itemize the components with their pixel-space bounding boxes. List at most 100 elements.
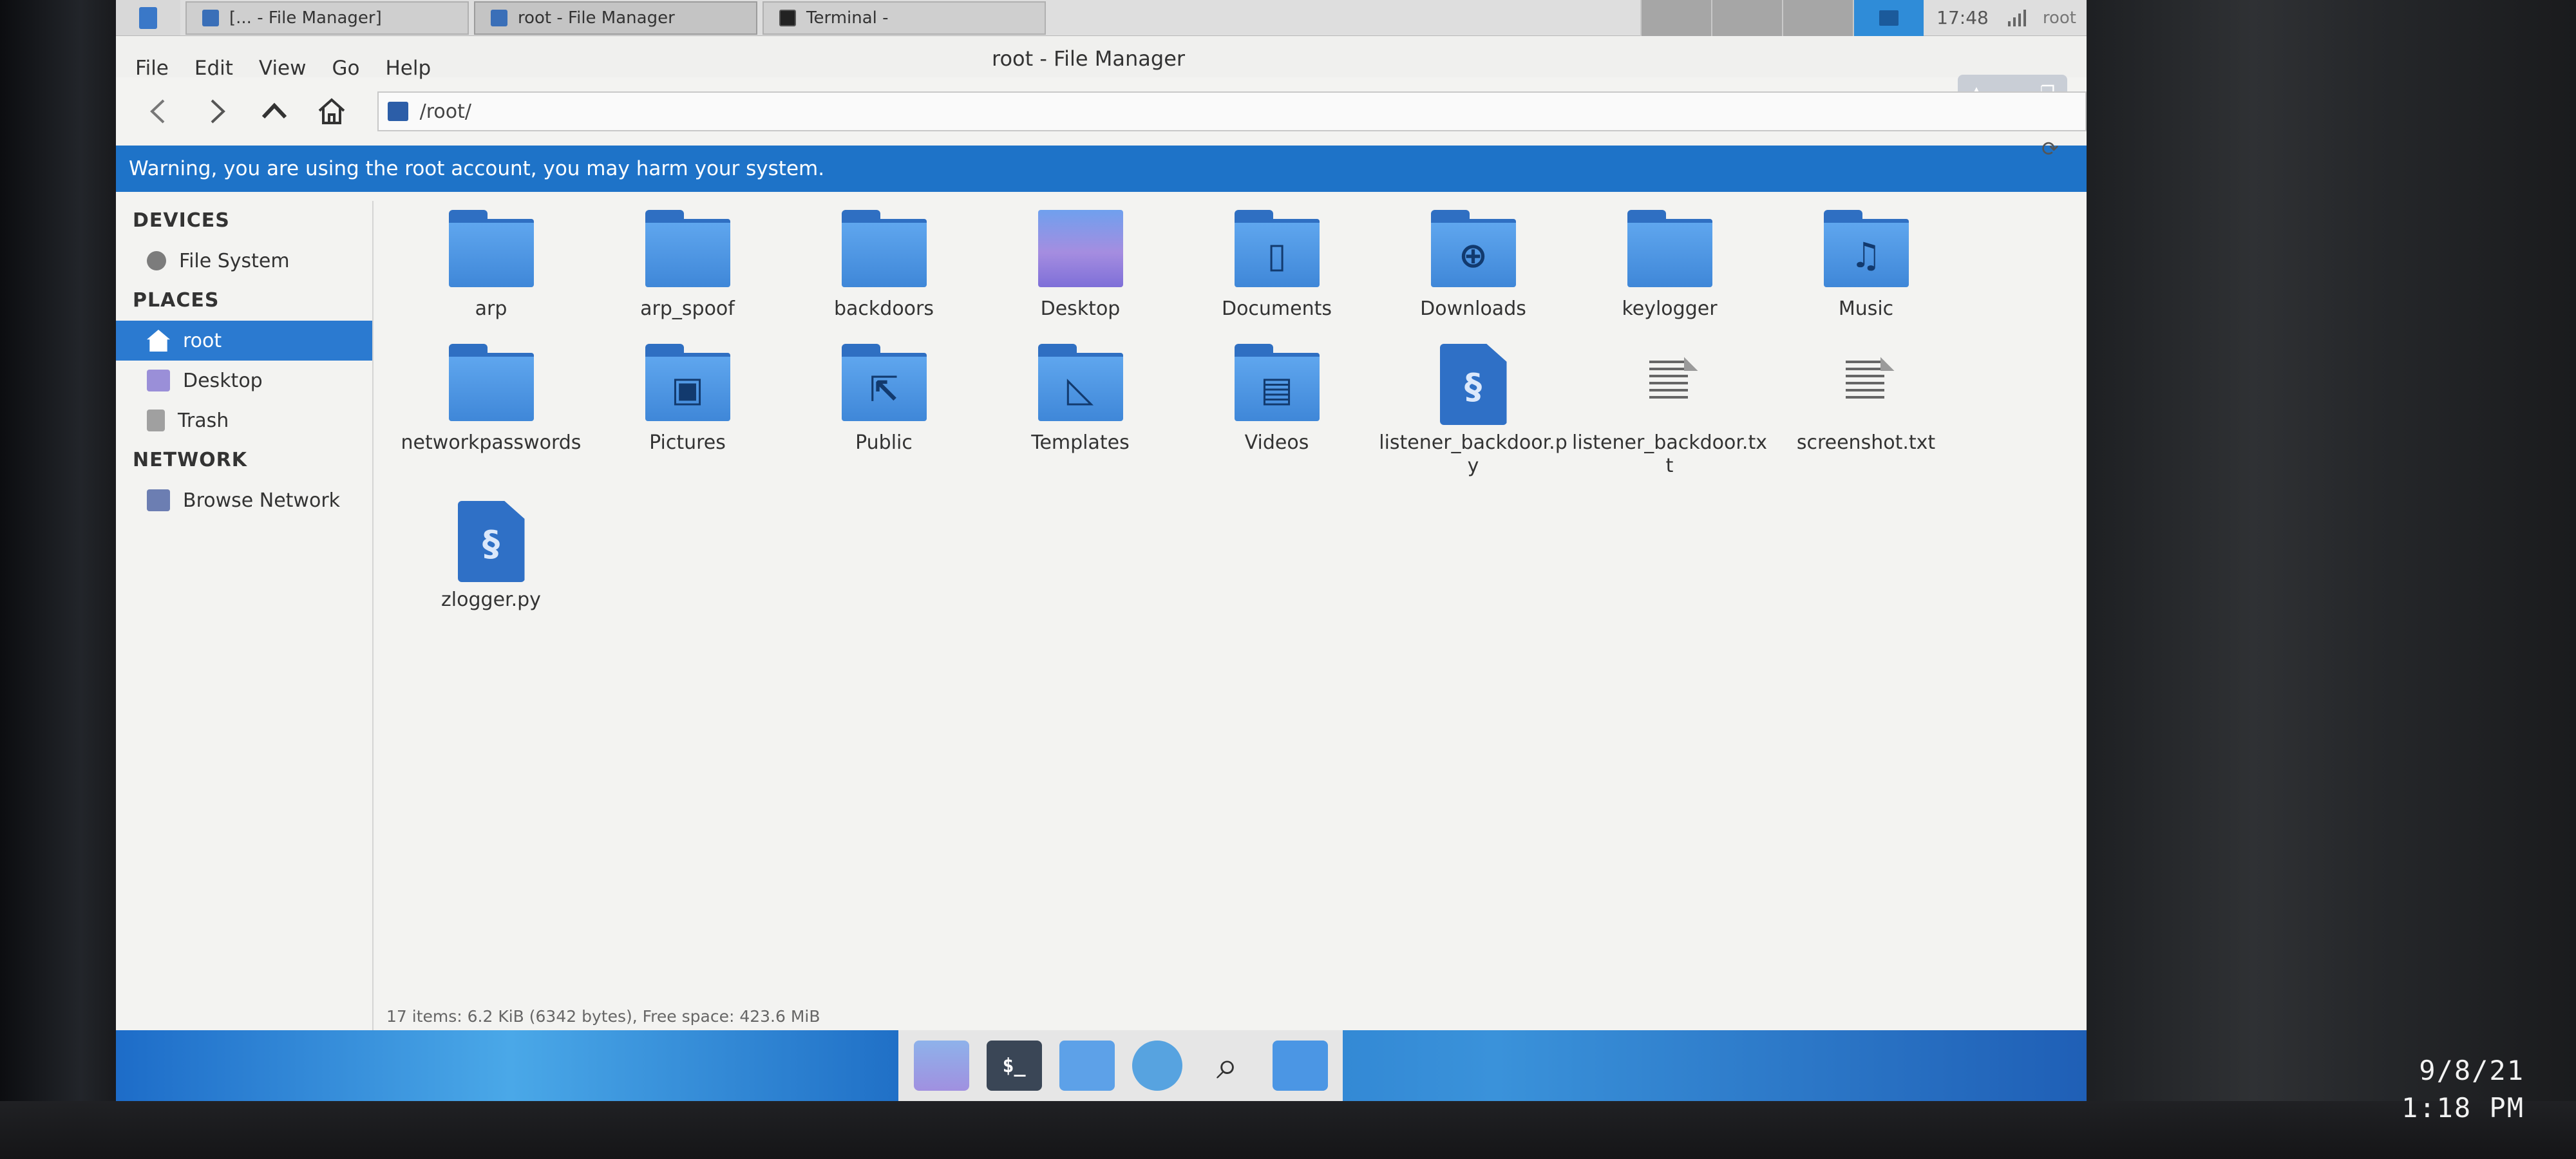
menu-help[interactable]: Help xyxy=(386,57,431,80)
sidebar-item-desktop[interactable]: Desktop xyxy=(116,361,372,400)
sidebar-item-label: Browse Network xyxy=(183,489,341,512)
file-name: Downloads xyxy=(1420,297,1526,320)
sidebar-item-label: root xyxy=(183,329,222,352)
folder-icon xyxy=(448,210,534,287)
panel-clock[interactable]: 17:48 xyxy=(1924,7,2002,28)
file-item-pictures[interactable]: ▣ Pictures xyxy=(589,344,786,478)
file-item-listener-backdoor-txt[interactable]: listener_backdoor.txt xyxy=(1571,344,1768,478)
workspace-1[interactable] xyxy=(1640,0,1712,36)
menu-go[interactable]: Go xyxy=(332,57,360,80)
videos-folder-icon: ▤ xyxy=(1234,344,1320,421)
task-label: root - File Manager xyxy=(518,8,675,28)
file-item-backdoors[interactable]: backdoors xyxy=(786,210,982,321)
python-file-icon: § xyxy=(1439,344,1507,425)
browser-icon[interactable] xyxy=(1132,1041,1182,1091)
photo-timestamp: 9/8/21 1:18 PM xyxy=(2401,1052,2524,1127)
home-icon xyxy=(318,98,345,124)
folder-icon xyxy=(645,210,730,287)
menu-file[interactable]: File xyxy=(135,57,169,80)
workspace-2[interactable] xyxy=(1711,0,1783,36)
file-manager-icon xyxy=(491,10,507,26)
file-item-arp[interactable]: arp xyxy=(393,210,589,321)
file-item-zlogger-py[interactable]: § zlogger.py xyxy=(393,501,589,612)
file-icon-grid: arp arp_spoof backdoors Desktop ▯ Docume… xyxy=(393,210,2067,612)
photo-date: 9/8/21 xyxy=(2419,1055,2524,1086)
file-name: keylogger xyxy=(1622,297,1718,320)
workspace-3[interactable] xyxy=(1782,0,1853,36)
task-label: Terminal - xyxy=(806,8,889,28)
file-name: arp xyxy=(475,297,507,320)
file-item-public[interactable]: ⇱ Public xyxy=(786,344,982,478)
file-item-arp-spoof[interactable]: arp_spoof xyxy=(589,210,786,321)
up-button[interactable] xyxy=(254,91,294,131)
folder-icon[interactable] xyxy=(1272,1041,1328,1091)
location-path[interactable]: /root/ xyxy=(420,100,471,123)
monitor-bezel-right xyxy=(2080,0,2576,1159)
location-bar[interactable]: /root/ xyxy=(377,91,2087,131)
trash-icon xyxy=(147,410,165,431)
search-icon[interactable]: ⌕ xyxy=(1200,1041,1255,1091)
file-name: Desktop xyxy=(1040,297,1121,320)
sidebar-item-browse-network[interactable]: Browse Network xyxy=(116,480,372,520)
folder-icon xyxy=(448,344,534,421)
file-manager-icon[interactable] xyxy=(1059,1041,1115,1091)
network-icon xyxy=(147,489,170,511)
taskbar-item-file-manager[interactable]: [... - File Manager] xyxy=(185,1,469,35)
task-label: [... - File Manager] xyxy=(229,8,382,28)
file-item-screenshot-txt[interactable]: screenshot.txt xyxy=(1768,344,1964,478)
file-name: zlogger.py xyxy=(441,589,541,611)
sidebar: DEVICES File System PLACES root Desktop … xyxy=(116,201,374,1038)
menu-bar: File Edit View Go Help xyxy=(135,57,457,80)
sidebar-item-label: Trash xyxy=(178,409,229,432)
file-item-listener-backdoor-py[interactable]: § listener_backdoor.py xyxy=(1375,344,1571,478)
pictures-folder-icon: ▣ xyxy=(645,344,730,421)
documents-folder-icon: ▯ xyxy=(1234,210,1320,287)
network-signal-icon[interactable] xyxy=(2002,9,2032,26)
desktop-folder-icon xyxy=(1037,210,1123,287)
file-item-videos[interactable]: ▤ Videos xyxy=(1179,344,1375,478)
taskbar-item-root-file-manager[interactable]: root - File Manager xyxy=(474,1,757,35)
forward-icon xyxy=(211,99,226,124)
refresh-icon[interactable]: ⟳ xyxy=(2041,137,2067,162)
file-item-documents[interactable]: ▯ Documents xyxy=(1179,210,1375,321)
show-desktop-icon[interactable] xyxy=(913,1041,969,1091)
folder-icon xyxy=(841,210,927,287)
panel-user[interactable]: root xyxy=(2032,8,2087,28)
forward-button[interactable] xyxy=(196,91,236,131)
home-folder-icon xyxy=(387,102,408,121)
file-item-music[interactable]: ♫ Music xyxy=(1768,210,1964,321)
sidebar-item-root[interactable]: root xyxy=(116,321,372,361)
back-button[interactable] xyxy=(139,91,178,131)
sidebar-item-file-system[interactable]: File System xyxy=(116,241,372,281)
home-button[interactable] xyxy=(312,91,351,131)
root-warning-text: Warning, you are using the root account,… xyxy=(129,157,825,180)
monitor-bezel-left xyxy=(0,0,116,1159)
app-menu-icon xyxy=(139,6,157,29)
file-name: listener_backdoor.txt xyxy=(1571,431,1767,477)
menu-edit[interactable]: Edit xyxy=(194,57,233,80)
file-item-keylogger[interactable]: keylogger xyxy=(1571,210,1768,321)
window-title: root - File Manager xyxy=(992,46,1186,71)
top-panel: [... - File Manager] root - File Manager… xyxy=(116,0,2087,36)
terminal-icon[interactable]: $_ xyxy=(986,1041,1042,1091)
workspace-4[interactable] xyxy=(1853,0,1924,36)
applications-menu-button[interactable] xyxy=(116,0,180,35)
file-item-templates[interactable]: ◺ Templates xyxy=(982,344,1179,478)
file-name: Videos xyxy=(1244,431,1309,454)
toolbar: /root/ xyxy=(116,86,2087,137)
file-item-networkpasswords[interactable]: networkpasswords xyxy=(393,344,589,478)
sidebar-section-devices: DEVICES xyxy=(133,209,230,232)
taskbar-item-terminal[interactable]: Terminal - xyxy=(762,1,1046,35)
file-name: backdoors xyxy=(833,297,934,320)
window-icon xyxy=(1879,10,1899,26)
file-item-desktop[interactable]: Desktop xyxy=(982,210,1179,321)
folder-icon xyxy=(1627,210,1712,287)
python-file-icon: § xyxy=(457,501,525,582)
file-item-downloads[interactable]: ⊕ Downloads xyxy=(1375,210,1571,321)
sidebar-item-trash[interactable]: Trash xyxy=(116,400,372,440)
menu-view[interactable]: View xyxy=(259,57,307,80)
file-name: screenshot.txt xyxy=(1796,431,1936,454)
public-folder-icon: ⇱ xyxy=(841,344,927,421)
sidebar-section-network: NETWORK xyxy=(133,449,248,471)
home-icon xyxy=(147,330,170,352)
